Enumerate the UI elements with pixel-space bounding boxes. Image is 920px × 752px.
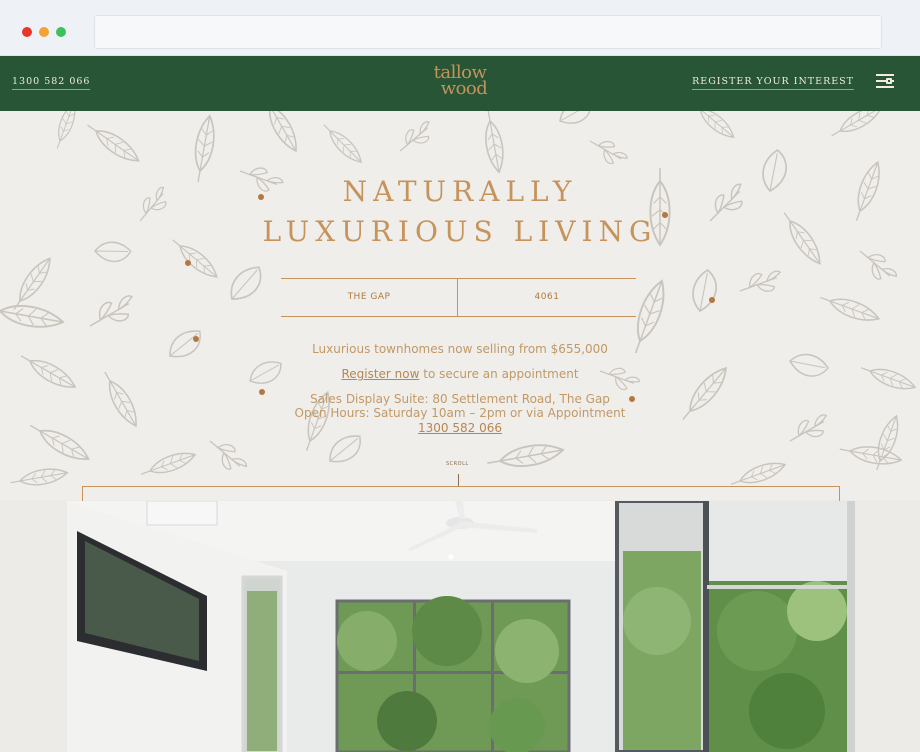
interior-photo-graphic (67, 501, 855, 752)
menu-icon[interactable] (876, 72, 896, 90)
hero-title-line-1: NATURALLY (342, 175, 578, 208)
hero-title-line-2: LUXURIOUS LIVING (262, 215, 658, 248)
register-suffix-text: to secure an appointment (419, 367, 579, 381)
site-header: 1300 582 066 tallow wood REGISTER YOUR I… (0, 56, 920, 111)
sales-display-text: Sales Display Suite: 80 Settlement Road,… (310, 392, 610, 406)
location-postcode: 4061 (534, 292, 560, 302)
scroll-indicator-label[interactable]: SCROLL (446, 461, 469, 467)
hero-phone-link[interactable]: 1300 582 066 (418, 421, 502, 435)
header-phone-link[interactable]: 1300 582 066 (12, 76, 91, 90)
register-line: Register now to secure an appointment (0, 367, 920, 381)
address-bar[interactable] (94, 15, 882, 49)
location-box: THE GAP 4061 (281, 278, 636, 317)
maximize-window-button[interactable] (56, 27, 66, 37)
minimize-window-button[interactable] (39, 27, 49, 37)
scroll-indicator-line (458, 474, 459, 486)
close-window-button[interactable] (22, 27, 32, 37)
price-text: Luxurious townhomes now selling from $65… (312, 342, 608, 356)
browser-chrome (0, 0, 920, 56)
interior-photo (67, 501, 855, 752)
tallowwood-logo[interactable]: tallow wood (405, 64, 515, 99)
hero-title: NATURALLY LUXURIOUS LIVING (0, 172, 920, 252)
open-hours-text: Open Hours: Saturday 10am – 2pm or via A… (294, 406, 626, 420)
register-interest-link[interactable]: REGISTER YOUR INTEREST (692, 76, 854, 90)
register-now-link[interactable]: Register now (341, 367, 419, 381)
location-suburb: THE GAP (281, 279, 458, 316)
logo-line-2: wood (440, 78, 488, 99)
hero-phone-line: 1300 582 066 (0, 421, 920, 435)
